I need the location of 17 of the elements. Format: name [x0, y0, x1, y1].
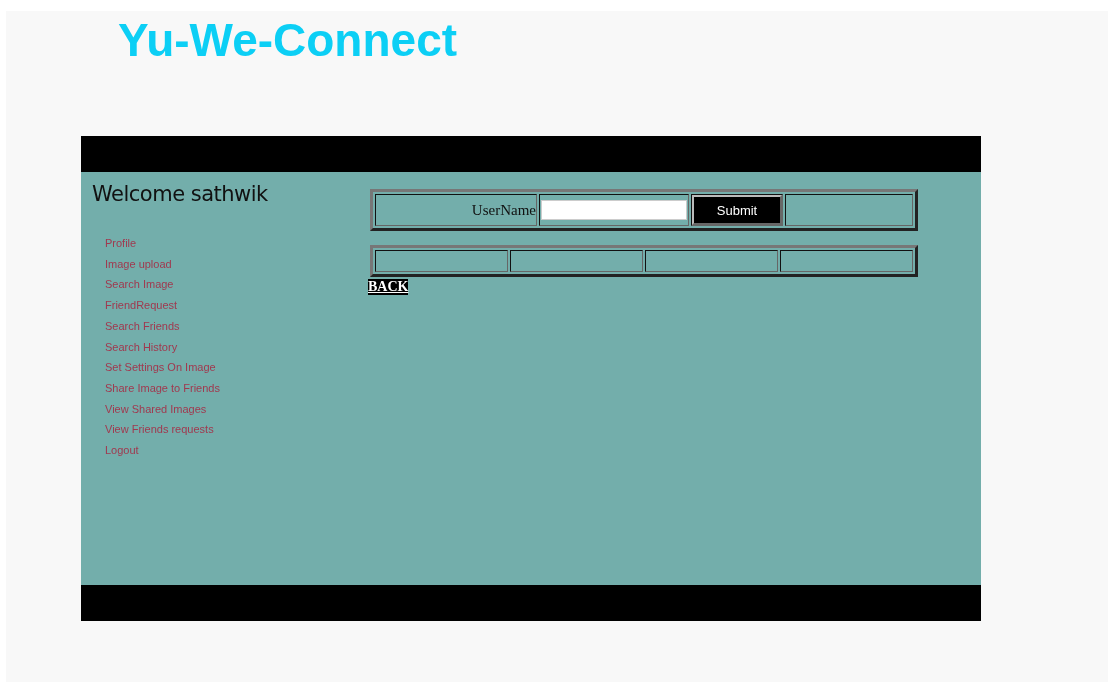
menu-link[interactable]: Search Friends	[105, 315, 180, 337]
menu-link[interactable]: FriendRequest	[105, 295, 178, 316]
menu-link[interactable]: Set Settings On Image	[105, 357, 216, 378]
welcome-heading: Welcome sathwik	[92, 182, 268, 206]
back-link[interactable]: BACK	[368, 279, 409, 295]
menu-link[interactable]: Share Image to Friends	[105, 377, 220, 399]
username-field[interactable]	[541, 200, 687, 220]
menu-link[interactable]: View Friends requests	[105, 419, 214, 441]
menu-link[interactable]: Image upload	[105, 253, 172, 275]
site-title: Yu-We-Connect	[118, 15, 458, 65]
menu-link[interactable]: Search History	[105, 336, 178, 358]
username-label: UserName	[471, 201, 536, 218]
menu-link[interactable]: Profile	[105, 233, 137, 254]
menu-link[interactable]: Search Image	[105, 274, 174, 296]
menu-link[interactable]: View Shared Images	[105, 398, 207, 420]
menu-link[interactable]: Logout	[105, 440, 139, 461]
submit-button[interactable]: Submit	[692, 195, 782, 225]
